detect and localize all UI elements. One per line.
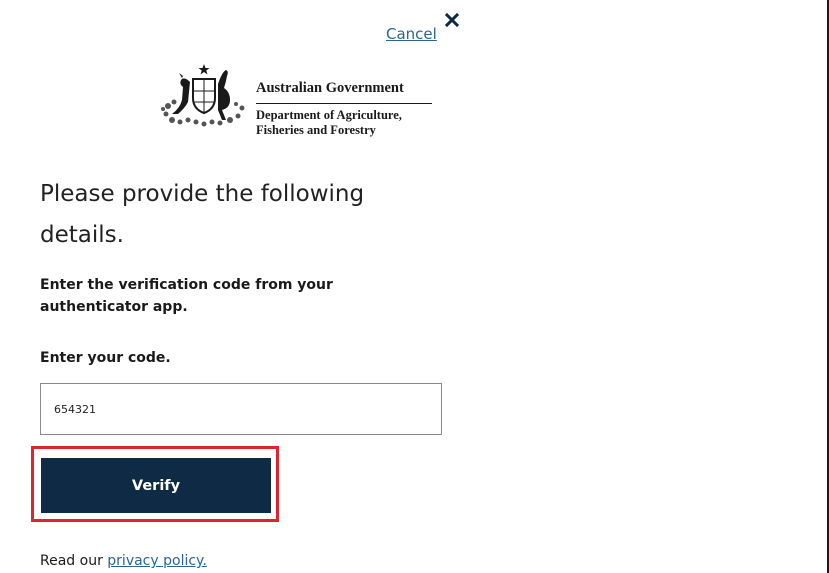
instruction-text: Enter the verification code from your au… xyxy=(40,277,333,315)
department-line-1: Department of Agriculture, xyxy=(256,108,402,122)
verification-code-input[interactable] xyxy=(40,383,442,435)
cancel-link[interactable]: Cancel xyxy=(386,25,437,43)
privacy-notice: Read our privacy policy. xyxy=(40,553,207,569)
coat-of-arms-icon xyxy=(161,64,245,127)
verify-button[interactable]: Verify xyxy=(41,458,271,513)
government-name: Australian Government xyxy=(256,62,432,104)
code-label: Enter your code. xyxy=(40,350,171,366)
close-icon[interactable] xyxy=(444,13,459,27)
logo-text: Australian Government Department of Agri… xyxy=(256,62,436,138)
government-logo: Australian Government Department of Agri… xyxy=(160,62,436,138)
cancel-area: Cancel xyxy=(386,13,459,43)
privacy-prefix: Read our xyxy=(40,553,103,569)
department-name: Department of Agriculture, Fisheries and… xyxy=(256,108,436,138)
department-line-2: Fisheries and Forestry xyxy=(256,123,376,137)
page-heading: Please provide the following details. xyxy=(40,181,365,248)
privacy-policy-link[interactable]: privacy policy. xyxy=(107,553,207,569)
